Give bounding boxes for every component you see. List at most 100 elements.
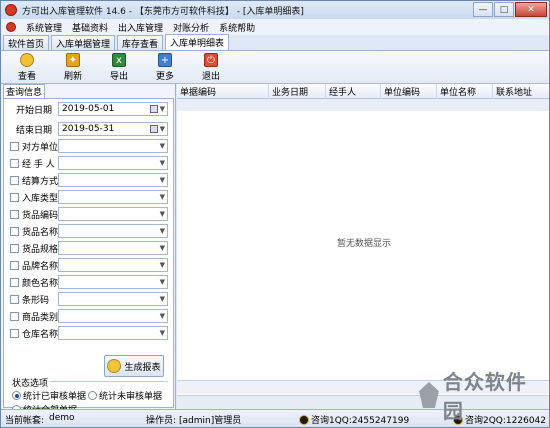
chevron-down-icon: ▼	[159, 176, 165, 184]
col-handler[interactable]: 经手人	[326, 84, 381, 99]
refresh-label: 刷新	[63, 72, 82, 82]
filter-label-category: 商品类别	[22, 312, 59, 323]
view-button[interactable]: 查看	[7, 51, 47, 84]
filter-checkbox-item-name[interactable]	[10, 226, 19, 236]
filter-label-inbound-type: 入库类型	[22, 193, 59, 204]
filter-combo-item-code[interactable]: ▼	[58, 207, 168, 221]
chevron-down-icon: ▼	[159, 193, 165, 201]
filter-checkbox-warehouse[interactable]	[10, 328, 19, 338]
filter-checkbox-barcode[interactable]	[10, 294, 19, 304]
menu-help[interactable]: 系统帮助	[216, 21, 258, 34]
filter-checkbox-handler[interactable]	[10, 158, 19, 168]
filter-label-item-code: 货品编码	[22, 210, 59, 221]
exit-button[interactable]: ⏻ 退出	[191, 51, 231, 84]
filter-checkbox-category[interactable]	[10, 311, 19, 321]
exit-label: 退出	[201, 72, 220, 82]
start-date-label: 开始日期	[16, 105, 53, 116]
filter-label-settlement: 结算方式	[22, 176, 59, 187]
filter-checkbox-inbound-type[interactable]	[10, 192, 19, 202]
excel-icon: x	[112, 53, 126, 67]
start-date-picker[interactable]: 2019-05-01 ▼	[58, 102, 168, 116]
col-unit-name[interactable]: 单位名称	[437, 84, 493, 99]
export-label: 导出	[109, 72, 128, 82]
minimize-button[interactable]: —	[473, 2, 493, 17]
refresh-icon: ✦	[66, 53, 80, 67]
qq-support-1-label: 咨询1QQ:2455247199	[311, 416, 410, 426]
toolbar: 查看 ✦ 刷新 x 导出 + 更多 ⏻ 退出	[1, 51, 549, 84]
chevron-down-icon: ▼	[159, 312, 165, 320]
operator-label: 操作员:	[146, 416, 177, 426]
chevron-down-icon: ▼	[159, 278, 165, 286]
filter-label-barcode: 条形码	[22, 295, 50, 306]
system-menu-icon[interactable]	[6, 22, 16, 32]
filter-combo-item-spec[interactable]: ▼	[58, 241, 168, 255]
calendar-icon	[150, 125, 158, 133]
filter-checkbox-item-code[interactable]	[10, 209, 19, 219]
export-button[interactable]: x 导出	[99, 51, 139, 84]
close-button[interactable]: ✕	[515, 2, 547, 17]
filter-checkbox-item-spec[interactable]	[10, 243, 19, 253]
menu-reconcile[interactable]: 对账分析	[170, 21, 212, 34]
filter-label-warehouse: 仓库名称	[22, 329, 59, 340]
calendar-icon	[150, 105, 158, 113]
filter-label-brand: 品牌名称	[22, 261, 59, 272]
more-button[interactable]: + 更多	[145, 51, 185, 84]
chevron-down-icon: ▼	[159, 244, 165, 252]
filter-combo-brand[interactable]: ▼	[58, 258, 168, 272]
qq-icon	[299, 414, 309, 425]
filter-combo-warehouse[interactable]: ▼	[58, 326, 168, 340]
col-unit-code[interactable]: 单位编码	[381, 84, 437, 99]
more-label: 更多	[155, 72, 174, 82]
filter-combo-category[interactable]: ▼	[58, 309, 168, 323]
menu-base-data[interactable]: 基础资料	[69, 21, 111, 34]
radio-dot	[12, 391, 21, 400]
filter-combo-barcode[interactable]: ▼	[58, 292, 168, 306]
chevron-down-icon: ▼	[159, 142, 165, 150]
filter-combo-item-name[interactable]: ▼	[58, 224, 168, 238]
tab-home[interactable]: 软件首页	[3, 35, 50, 50]
chevron-down-icon: ▼	[159, 329, 165, 337]
filter-label-handler: 经 手 人	[22, 159, 55, 170]
radio-audited[interactable]: 统计已审核单据	[12, 389, 86, 402]
chevron-down-icon: ▼	[159, 159, 165, 167]
tab-strip: 软件首页 入库单据管理 库存查看 入库单明细表	[1, 34, 549, 51]
col-business-date[interactable]: 业务日期	[269, 84, 326, 99]
account-label: 当前帐套:	[5, 416, 45, 426]
filter-combo-partner[interactable]: ▼	[58, 139, 168, 153]
grid-selected-row[interactable]	[177, 99, 549, 111]
menu-stock-io[interactable]: 出入库管理	[115, 21, 166, 34]
qq-support-1[interactable]: 咨询1QQ:2455247199	[299, 413, 409, 426]
filter-checkbox-brand[interactable]	[10, 260, 19, 270]
tab-query-info[interactable]: 查询信息	[3, 84, 45, 98]
tab-inbound-docs[interactable]: 入库单据管理	[51, 35, 116, 50]
refresh-button[interactable]: ✦ 刷新	[53, 51, 93, 84]
filter-combo-handler[interactable]: ▼	[58, 156, 168, 170]
filter-combo-settlement[interactable]: ▼	[58, 173, 168, 187]
query-form: 开始日期 2019-05-01 ▼ 结束日期 2019-05-31 ▼ 对方单位…	[3, 98, 174, 416]
end-date-label: 结束日期	[16, 125, 53, 136]
col-doc-code[interactable]: 单据编码	[177, 84, 269, 99]
magnifier-icon	[20, 53, 34, 67]
maximize-button[interactable]: □	[494, 2, 514, 17]
start-date-value: 2019-05-01	[62, 104, 115, 114]
chevron-down-icon: ▼	[159, 210, 165, 218]
generate-report-button[interactable]: 生成报表	[104, 355, 164, 377]
filter-combo-color[interactable]: ▼	[58, 275, 168, 289]
filter-combo-inbound-type[interactable]: ▼	[58, 190, 168, 204]
radio-dot	[88, 391, 97, 400]
watermark-text: 合众软件园	[442, 370, 527, 423]
filter-checkbox-color[interactable]	[10, 277, 19, 287]
chevron-down-icon: ▼	[159, 295, 165, 303]
filter-checkbox-settlement[interactable]	[10, 175, 19, 185]
tab-inbound-detail[interactable]: 入库单明细表	[165, 34, 230, 50]
tab-stock-view[interactable]: 库存查看	[117, 35, 164, 50]
col-address[interactable]: 联系地址	[493, 84, 549, 99]
chevron-down-icon: ▼	[159, 227, 165, 235]
end-date-picker[interactable]: 2019-05-31 ▼	[58, 122, 168, 136]
status-options-title: 状态选项	[10, 376, 51, 389]
radio-audited-label: 统计已审核单据	[23, 392, 87, 402]
radio-unaudited[interactable]: 统计未审核单据	[88, 389, 162, 402]
menu-system[interactable]: 系统管理	[23, 21, 65, 34]
filter-checkbox-partner[interactable]	[10, 141, 19, 151]
more-icon: +	[158, 53, 172, 67]
